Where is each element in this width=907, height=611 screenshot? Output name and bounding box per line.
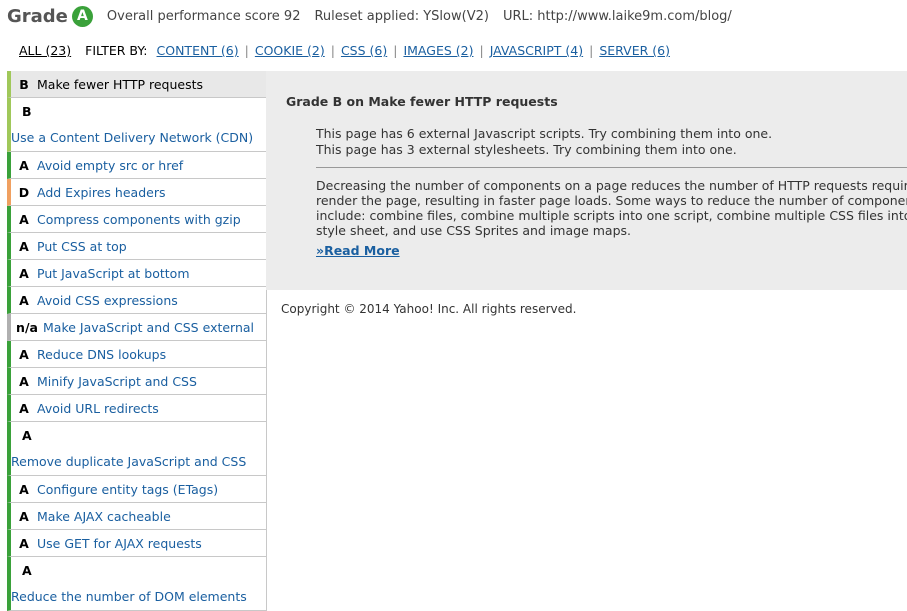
rule-item-dom-elements[interactable]: A Reduce the number of DOM elements <box>7 557 266 611</box>
filter-images[interactable]: IMAGES (2) <box>403 43 473 58</box>
rule-grade: n/a <box>16 319 38 335</box>
rule-name: Avoid CSS expressions <box>37 292 178 308</box>
rule-grade: D <box>18 184 30 200</box>
detail-description: Decreasing the number of components on a… <box>316 178 907 238</box>
filter-server[interactable]: SERVER (6) <box>599 43 670 58</box>
detail-message-scripts: This page has 6 external Javascript scri… <box>316 126 773 141</box>
rule-grade: A <box>19 211 29 227</box>
filter-css[interactable]: CSS (6) <box>341 43 387 58</box>
rule-item-css-top[interactable]: A Put CSS at top <box>7 233 266 260</box>
filter-content[interactable]: CONTENT (6) <box>157 43 239 58</box>
ruleset-applied: Ruleset applied: YSlow(V2) <box>314 8 489 24</box>
rule-grade: A <box>19 400 29 416</box>
rule-item-ajax-cacheable[interactable]: A Make AJAX cacheable <box>7 503 266 530</box>
rule-name: Configure entity tags (ETags) <box>37 481 219 497</box>
rule-name: Put JavaScript at bottom <box>37 265 190 281</box>
rule-grade: A <box>19 265 29 281</box>
page-url: URL: http://www.laike9m.com/blog/ <box>502 8 732 24</box>
rule-name: Reduce the number of DOM elements <box>11 589 247 605</box>
rule-item-etags[interactable]: A Configure entity tags (ETags) <box>7 476 266 503</box>
rule-grade: A <box>19 508 29 524</box>
rule-item-cdn[interactable]: B Use a Content Delivery Network (CDN) <box>7 98 266 152</box>
rule-item-minify[interactable]: A Minify JavaScript and CSS <box>7 368 266 395</box>
overall-score: Overall performance score 92 <box>106 8 301 24</box>
detail-message-stylesheets: This page has 3 external stylesheets. Tr… <box>316 142 737 157</box>
rule-name: Use GET for AJAX requests <box>37 535 202 551</box>
filter-separator: | <box>393 43 398 58</box>
rule-name: Compress components with gzip <box>37 211 241 227</box>
filter-separator: | <box>589 43 594 58</box>
filter-cookie[interactable]: COOKIE (2) <box>255 43 325 58</box>
rule-name: Remove duplicate JavaScript and CSS <box>11 454 247 470</box>
filter-by-label: FILTER BY: <box>85 43 148 58</box>
rule-item-js-bottom[interactable]: A Put JavaScript at bottom <box>7 260 266 287</box>
rule-item-css-expressions[interactable]: A Avoid CSS expressions <box>7 287 266 314</box>
rule-name: Avoid empty src or href <box>37 157 184 173</box>
rule-item-gzip[interactable]: A Compress components with gzip <box>7 206 266 233</box>
filter-separator: | <box>330 43 335 58</box>
grade-label: Grade <box>7 5 68 27</box>
report-header: Grade A Overall performance score 92 Rul… <box>7 2 732 30</box>
rule-grade: A <box>22 562 32 578</box>
rule-item-external-js-css[interactable]: n/a Make JavaScript and CSS external <box>7 314 266 341</box>
detail-title: Grade B on Make fewer HTTP requests <box>286 94 558 109</box>
detail-messages: This page has 6 external Javascript scri… <box>316 126 772 158</box>
rule-name: Add Expires headers <box>37 184 166 200</box>
rule-name: Make JavaScript and CSS external <box>43 319 255 335</box>
filter-javascript[interactable]: JAVASCRIPT (4) <box>490 43 583 58</box>
read-more-link[interactable]: »Read More <box>316 243 400 258</box>
detail-divider <box>316 167 907 168</box>
filter-all[interactable]: ALL (23) <box>19 43 71 58</box>
rule-grade: A <box>19 238 29 254</box>
rule-item-expires-headers[interactable]: D Add Expires headers <box>7 179 266 206</box>
copyright-text: Copyright © 2014 Yahoo! Inc. All rights … <box>281 302 577 316</box>
filter-separator: | <box>479 43 484 58</box>
rule-grade: B <box>19 76 29 92</box>
rule-name: Make AJAX cacheable <box>37 508 171 524</box>
rule-item-ajax-get[interactable]: A Use GET for AJAX requests <box>7 530 266 557</box>
rule-grade: A <box>22 427 32 443</box>
rule-name: Reduce DNS lookups <box>37 346 167 362</box>
rule-grade: A <box>19 292 29 308</box>
rules-list: B Make fewer HTTP requests B Use a Conte… <box>7 71 272 611</box>
rule-grade: A <box>19 346 29 362</box>
rule-detail-panel: Grade B on Make fewer HTTP requests This… <box>266 71 907 290</box>
rule-name: Make fewer HTTP requests <box>37 76 204 92</box>
rule-name: Minify JavaScript and CSS <box>37 373 197 389</box>
overall-grade-badge: A <box>71 5 93 27</box>
rule-grade: A <box>19 481 29 497</box>
rule-item-empty-src[interactable]: A Avoid empty src or href <box>7 152 266 179</box>
rule-name: Avoid URL redirects <box>37 400 159 416</box>
rule-item-dns-lookups[interactable]: A Reduce DNS lookups <box>7 341 266 368</box>
rule-grade: A <box>19 373 29 389</box>
rule-item-fewer-http-requests[interactable]: B Make fewer HTTP requests <box>7 71 272 98</box>
rule-item-redirects[interactable]: A Avoid URL redirects <box>7 395 266 422</box>
rule-name: Use a Content Delivery Network (CDN) <box>11 130 254 146</box>
filter-separator: | <box>244 43 249 58</box>
rule-item-duplicate-scripts[interactable]: A Remove duplicate JavaScript and CSS <box>7 422 266 476</box>
filter-bar: ALL (23) FILTER BY: CONTENT (6) | COOKIE… <box>19 43 670 58</box>
rule-grade: B <box>22 103 32 119</box>
rule-name: Put CSS at top <box>37 238 127 254</box>
rule-grade: A <box>19 535 29 551</box>
rule-grade: A <box>19 157 29 173</box>
